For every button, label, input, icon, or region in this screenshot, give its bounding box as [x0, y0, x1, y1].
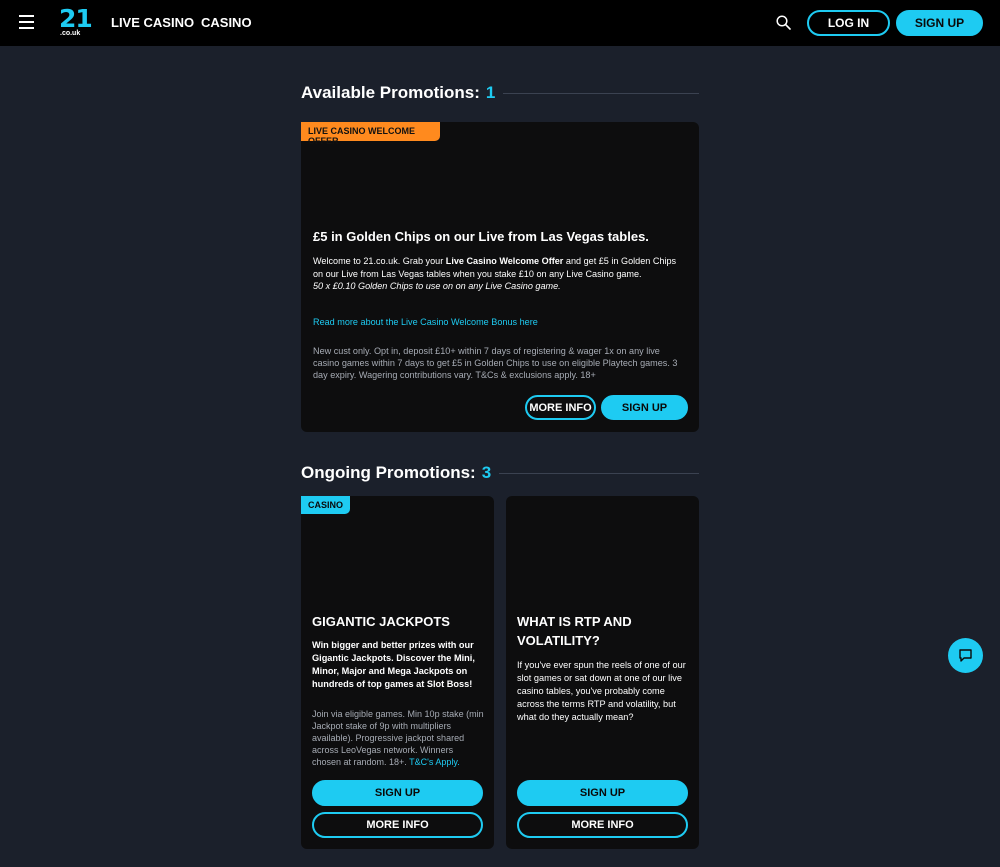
promotion-card-gigantic-jackpots: CASINO GIGANTIC JACKPOTS Win bigger and … [301, 496, 494, 849]
more-info-button[interactable]: MORE INFO [517, 812, 688, 838]
read-more-link[interactable]: Read more about the Live Casino Welcome … [313, 317, 538, 327]
promotion-tag: LIVE CASINO WELCOME OFFER [301, 122, 440, 146]
more-info-button[interactable]: MORE INFO [525, 395, 596, 420]
signup-button[interactable]: SIGN UP [312, 780, 483, 806]
more-info-button[interactable]: MORE INFO [312, 812, 483, 838]
hamburger-icon[interactable] [19, 15, 34, 29]
promotion-title: GIGANTIC JACKPOTS [312, 614, 450, 629]
tc-link[interactable]: T&C's Apply. [409, 757, 460, 767]
description-bold-text: Live Casino Welcome Offer [445, 256, 564, 266]
promotion-description: If you've ever spun the reels of one of … [517, 660, 686, 722]
promotion-tag: CASINO [301, 496, 351, 514]
logo-number: 21 [59, 4, 93, 33]
promotion-italic-note: 50 x £0.10 Golden Chips to use on on any… [313, 281, 561, 291]
ongoing-promotions-count: 3 [481, 463, 492, 482]
ongoing-promotions-heading: Ongoing Promotions: 3 [301, 463, 699, 483]
promotion-description: Win bigger and better prizes with our Gi… [312, 640, 475, 689]
promotion-terms: Join via eligible games. Min 10p stake (… [312, 708, 484, 768]
available-promotions-title: Available Promotions: [301, 83, 480, 102]
login-button[interactable]: LOG IN [807, 10, 890, 36]
chat-button[interactable] [948, 638, 983, 673]
promotion-title: £5 in Golden Chips on our Live from Las … [313, 229, 649, 244]
promotion-terms: New cust only. Opt in, deposit £10+ with… [313, 346, 678, 380]
promotion-card-rtp-volatility: WHAT IS RTP AND VOLATILITY? If you've ev… [506, 496, 699, 849]
heading-divider [503, 92, 699, 94]
nav-live-casino[interactable]: LIVE CASINO [111, 15, 194, 30]
promotion-title: WHAT IS RTP AND VOLATILITY? [517, 614, 632, 648]
available-promotions-heading: Available Promotions: 1 [301, 83, 699, 103]
heading-divider [499, 472, 699, 474]
top-navigation-bar: 21 .co.uk LIVE CASINO CASINO LOG IN SIGN… [0, 0, 1000, 46]
site-logo[interactable]: 21 .co.uk [59, 4, 93, 38]
promotion-description: Welcome to 21.co.uk. Grab your Live Casi… [313, 255, 683, 281]
ongoing-promotions-title: Ongoing Promotions: [301, 463, 476, 482]
signup-button[interactable]: SIGN UP [601, 395, 688, 420]
promotion-card-live-casino-welcome: LIVE CASINO WELCOME OFFER £5 in Golden C… [301, 122, 699, 432]
search-icon[interactable] [776, 15, 791, 30]
nav-casino[interactable]: CASINO [201, 15, 252, 30]
signup-button[interactable]: SIGN UP [517, 780, 688, 806]
description-text: Welcome to 21.co.uk. Grab your [313, 256, 446, 266]
header-signup-button[interactable]: SIGN UP [896, 10, 983, 36]
available-promotions-count: 1 [485, 83, 496, 102]
chat-icon [959, 649, 972, 662]
